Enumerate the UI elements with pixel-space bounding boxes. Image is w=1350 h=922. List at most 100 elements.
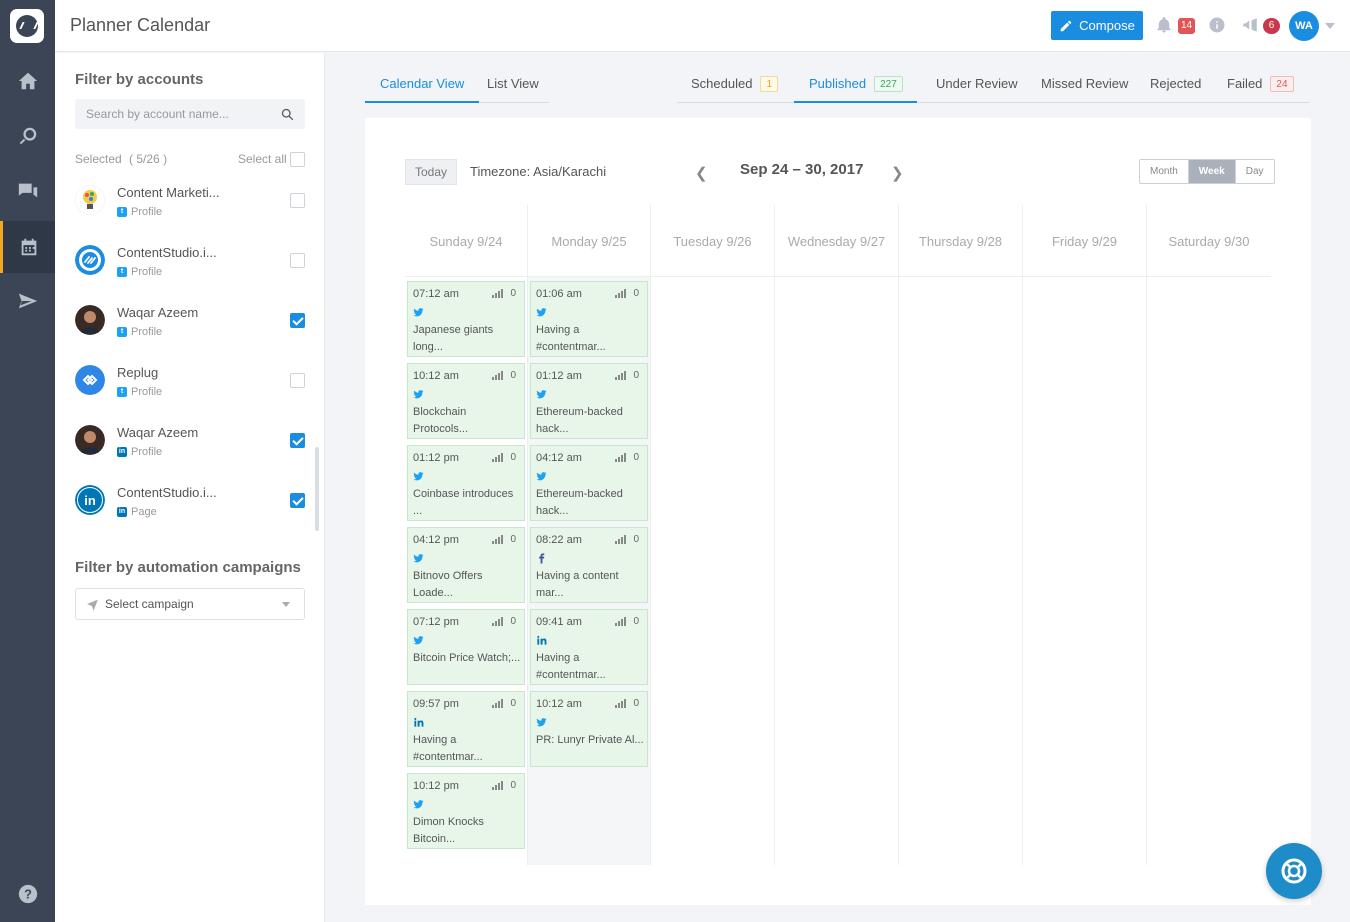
count-badge: 227	[874, 76, 903, 92]
twitter-icon: t	[117, 267, 127, 277]
day-column[interactable]	[651, 277, 775, 865]
post-card[interactable]: 09:41 am 0 Having a #contentmar...	[530, 609, 648, 685]
day-header: Friday 9/29	[1023, 205, 1147, 277]
notifications-badge: 14	[1178, 18, 1196, 34]
post-stats: 0	[615, 288, 639, 299]
post-count: 0	[510, 780, 516, 791]
post-text-line: Loade...	[413, 587, 453, 599]
account-item[interactable]: Waqar Azeem in Profile	[75, 418, 307, 478]
account-search-input[interactable]	[75, 99, 265, 129]
search-icon[interactable]	[0, 110, 55, 162]
tab-rejected[interactable]: Rejected	[1150, 68, 1201, 103]
post-card[interactable]: 04:12 am 0 Ethereum-backed hack...	[530, 445, 648, 521]
svg-text:?: ?	[24, 887, 32, 902]
signal-bars-icon	[615, 699, 627, 708]
post-card[interactable]: 01:06 am 0 Having a #contentmar...	[530, 281, 648, 357]
post-count: 0	[510, 616, 516, 627]
tab-calendar-view[interactable]: Calendar View	[365, 68, 480, 103]
account-item[interactable]: Replug t Profile	[75, 358, 307, 418]
post-text: Ethereum-backed hack...	[536, 486, 646, 520]
day-header: Thursday 9/28	[899, 205, 1023, 277]
account-item[interactable]: in ContentStudio.i... in Page	[75, 478, 307, 533]
edit-icon	[1060, 20, 1072, 31]
chevron-right-icon[interactable]: ❯	[891, 164, 904, 182]
filter-sidebar: Filter by accounts Selected ( 5/26 ) Sel…	[55, 53, 325, 922]
account-type: Profile	[131, 206, 163, 218]
linkedin-icon	[413, 715, 425, 727]
post-text-line: Having a	[536, 324, 580, 336]
view-month-button[interactable]: Month	[1140, 160, 1189, 183]
twitter-icon	[536, 469, 548, 481]
home-icon[interactable]	[0, 55, 55, 107]
post-card[interactable]: 10:12 am 0 PR: Lunyr Private Al...	[530, 691, 648, 767]
account-name: Replug	[117, 365, 159, 380]
account-item[interactable]: ContentStudio.i... t Profile	[75, 238, 307, 298]
day-column[interactable]	[1147, 277, 1271, 865]
day-column[interactable]	[775, 277, 899, 865]
account-list: Content Marketi... t Profile ContentStudi…	[55, 178, 317, 533]
app-logo[interactable]	[10, 9, 44, 43]
tab-under-review[interactable]: Under Review	[936, 68, 1018, 103]
tab-list-view[interactable]: List View	[487, 68, 539, 103]
post-text: Japanese giants long...	[413, 322, 523, 356]
account-list-scrollbar[interactable]	[315, 447, 319, 531]
post-text: Coinbase introduces...	[413, 486, 523, 520]
account-checkbox[interactable]	[290, 253, 305, 268]
account-checkbox[interactable]	[290, 193, 305, 208]
post-card[interactable]: 09:57 pm 0 Having a #contentmar...	[407, 691, 525, 767]
compose-button[interactable]: Compose	[1051, 11, 1143, 40]
post-time: 07:12 am	[413, 288, 459, 300]
post-text-line: Bitnovo Offers	[413, 570, 483, 582]
megaphone-icon[interactable]	[1241, 16, 1261, 36]
post-card[interactable]: 07:12 am 0 Japanese giants long...	[407, 281, 525, 357]
post-text-line: Japanese giants	[413, 324, 494, 336]
post-time: 04:12 pm	[413, 534, 459, 546]
post-text: Bitcoin Price Watch;...	[413, 650, 523, 667]
signal-bars-icon	[615, 453, 627, 462]
search-icon[interactable]	[280, 107, 295, 122]
select-all-checkbox[interactable]	[290, 152, 305, 167]
tab-failed[interactable]: Failed 24	[1227, 68, 1294, 103]
account-checkbox[interactable]	[290, 433, 305, 448]
bell-icon[interactable]	[1155, 16, 1175, 36]
chat-icon[interactable]	[0, 165, 55, 217]
post-text-line: hack...	[536, 423, 569, 435]
send-icon[interactable]	[0, 275, 55, 327]
post-card[interactable]: 10:12 am 0 Blockchain Protocols...	[407, 363, 525, 439]
tab-scheduled[interactable]: Scheduled 1	[691, 68, 779, 103]
tab-missed-review[interactable]: Missed Review	[1041, 68, 1128, 103]
post-card[interactable]: 01:12 am 0 Ethereum-backed hack...	[530, 363, 648, 439]
linkedin-avatar: in	[75, 485, 105, 515]
post-card[interactable]: 07:12 pm 0 Bitcoin Price Watch;...	[407, 609, 525, 685]
chevron-left-icon[interactable]: ❮	[695, 164, 708, 182]
user-avatar[interactable]: WA	[1289, 11, 1319, 41]
account-item[interactable]: Waqar Azeem t Profile	[75, 298, 307, 358]
day-column[interactable]	[899, 277, 1023, 865]
account-checkbox[interactable]	[290, 373, 305, 388]
selected-label: Selected	[75, 152, 122, 166]
help-icon[interactable]: ?	[0, 868, 55, 920]
post-time: 10:12 pm	[413, 780, 459, 792]
twitter-icon	[413, 387, 425, 399]
campaign-select[interactable]: Select campaign	[75, 588, 305, 620]
day-column[interactable]	[1023, 277, 1147, 865]
calendar-icon[interactable]	[0, 221, 55, 273]
post-card[interactable]: 08:22 am 0 Having a content mar...	[530, 527, 648, 603]
view-day-button[interactable]: Day	[1236, 160, 1274, 183]
info-icon[interactable]	[1208, 16, 1228, 36]
support-button[interactable]	[1266, 843, 1322, 899]
account-checkbox[interactable]	[290, 493, 305, 508]
filter-campaigns-heading: Filter by automation campaigns	[75, 559, 301, 576]
chevron-down-icon[interactable]	[1325, 23, 1335, 29]
tab-published[interactable]: Published 227	[794, 68, 917, 103]
date-range: Sep 24 – 30, 2017	[740, 161, 864, 178]
account-type: Profile	[131, 386, 163, 398]
view-week-button[interactable]: Week	[1188, 160, 1236, 183]
account-item[interactable]: Content Marketi... t Profile	[75, 178, 307, 238]
post-card[interactable]: 01:12 pm 0 Coinbase introduces...	[407, 445, 525, 521]
account-checkbox[interactable]	[290, 313, 305, 328]
post-count: 0	[633, 288, 639, 299]
post-card[interactable]: 10:12 pm 0 Dimon Knocks Bitcoin...	[407, 773, 525, 849]
today-button[interactable]: Today	[405, 159, 457, 185]
post-card[interactable]: 04:12 pm 0 Bitnovo Offers Loade...	[407, 527, 525, 603]
